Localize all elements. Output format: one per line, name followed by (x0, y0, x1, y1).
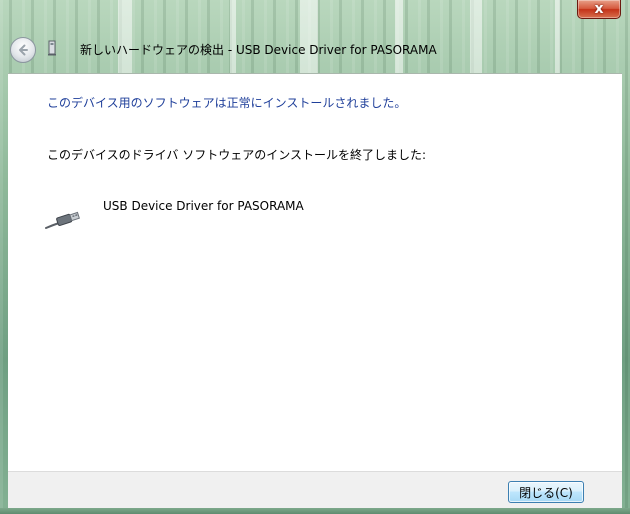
window-bottom-frame (0, 508, 630, 514)
device-name: USB Device Driver for PASORAMA (103, 199, 304, 213)
footer-bar: 閉じる(C) (8, 471, 622, 508)
usb-cable-icon (45, 211, 80, 229)
back-button[interactable] (10, 37, 36, 63)
success-heading: このデバイス用のソフトウェアは正常にインストールされました。 (47, 96, 407, 110)
close-button[interactable]: 閉じる(C) (508, 481, 584, 503)
wizard-window: x 新しいハードウェアの検出 - USB Device Driver for P… (0, 0, 630, 514)
window-close-button[interactable]: x (577, 0, 621, 19)
close-icon: x (594, 1, 604, 17)
back-arrow-icon (19, 44, 28, 56)
wizard-title: 新しいハードウェアの検出 - USB Device Driver for PAS… (80, 43, 437, 57)
close-button-label: 閉じる(C) (519, 485, 573, 500)
content-panel: このデバイス用のソフトウェアは正常にインストールされました。 このデバイスのドラ… (8, 73, 622, 471)
completion-message: このデバイスのドライバ ソフトウェアのインストールを終了しました: (47, 148, 427, 162)
device-installer-icon (48, 40, 56, 56)
